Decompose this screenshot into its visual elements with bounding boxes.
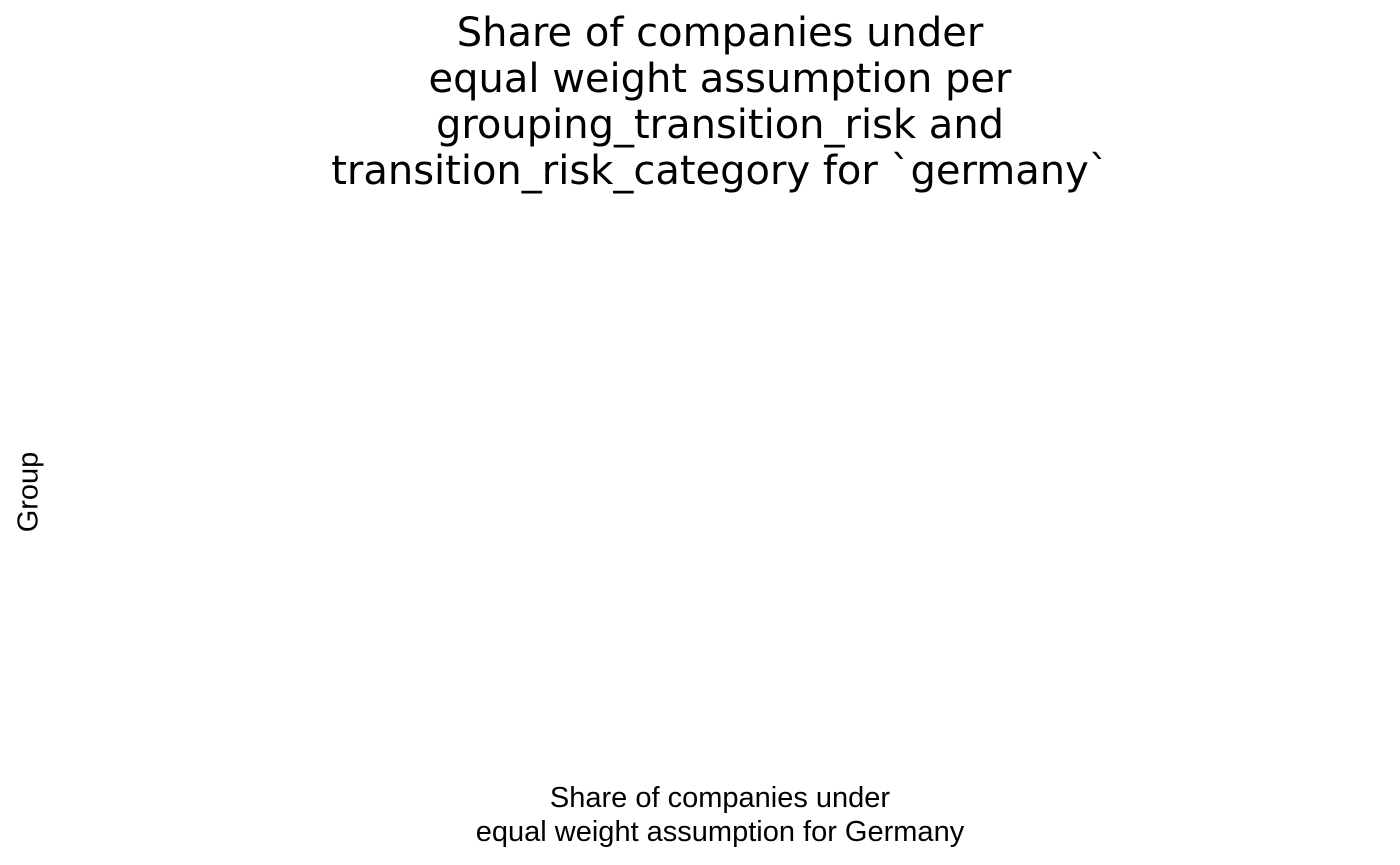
chart-title-line-4: transition_risk_category for `germany` <box>331 148 1109 194</box>
plot-area <box>60 200 1390 770</box>
chart-title-line-1: Share of companies under <box>456 10 984 56</box>
chart-title-line-3: grouping_transition_risk and <box>435 102 1005 148</box>
x-axis-label-line-1: Share of companies under <box>549 782 891 814</box>
chart-title-line-2: equal weight assumption per <box>428 56 1012 102</box>
x-axis-label-line-2: equal weight assumption for Germany <box>475 816 965 848</box>
chart-title: Share of companies under equal weight as… <box>0 10 1400 194</box>
x-axis-label: Share of companies under equal weight as… <box>0 781 1400 849</box>
y-axis-label: Group <box>12 451 45 533</box>
